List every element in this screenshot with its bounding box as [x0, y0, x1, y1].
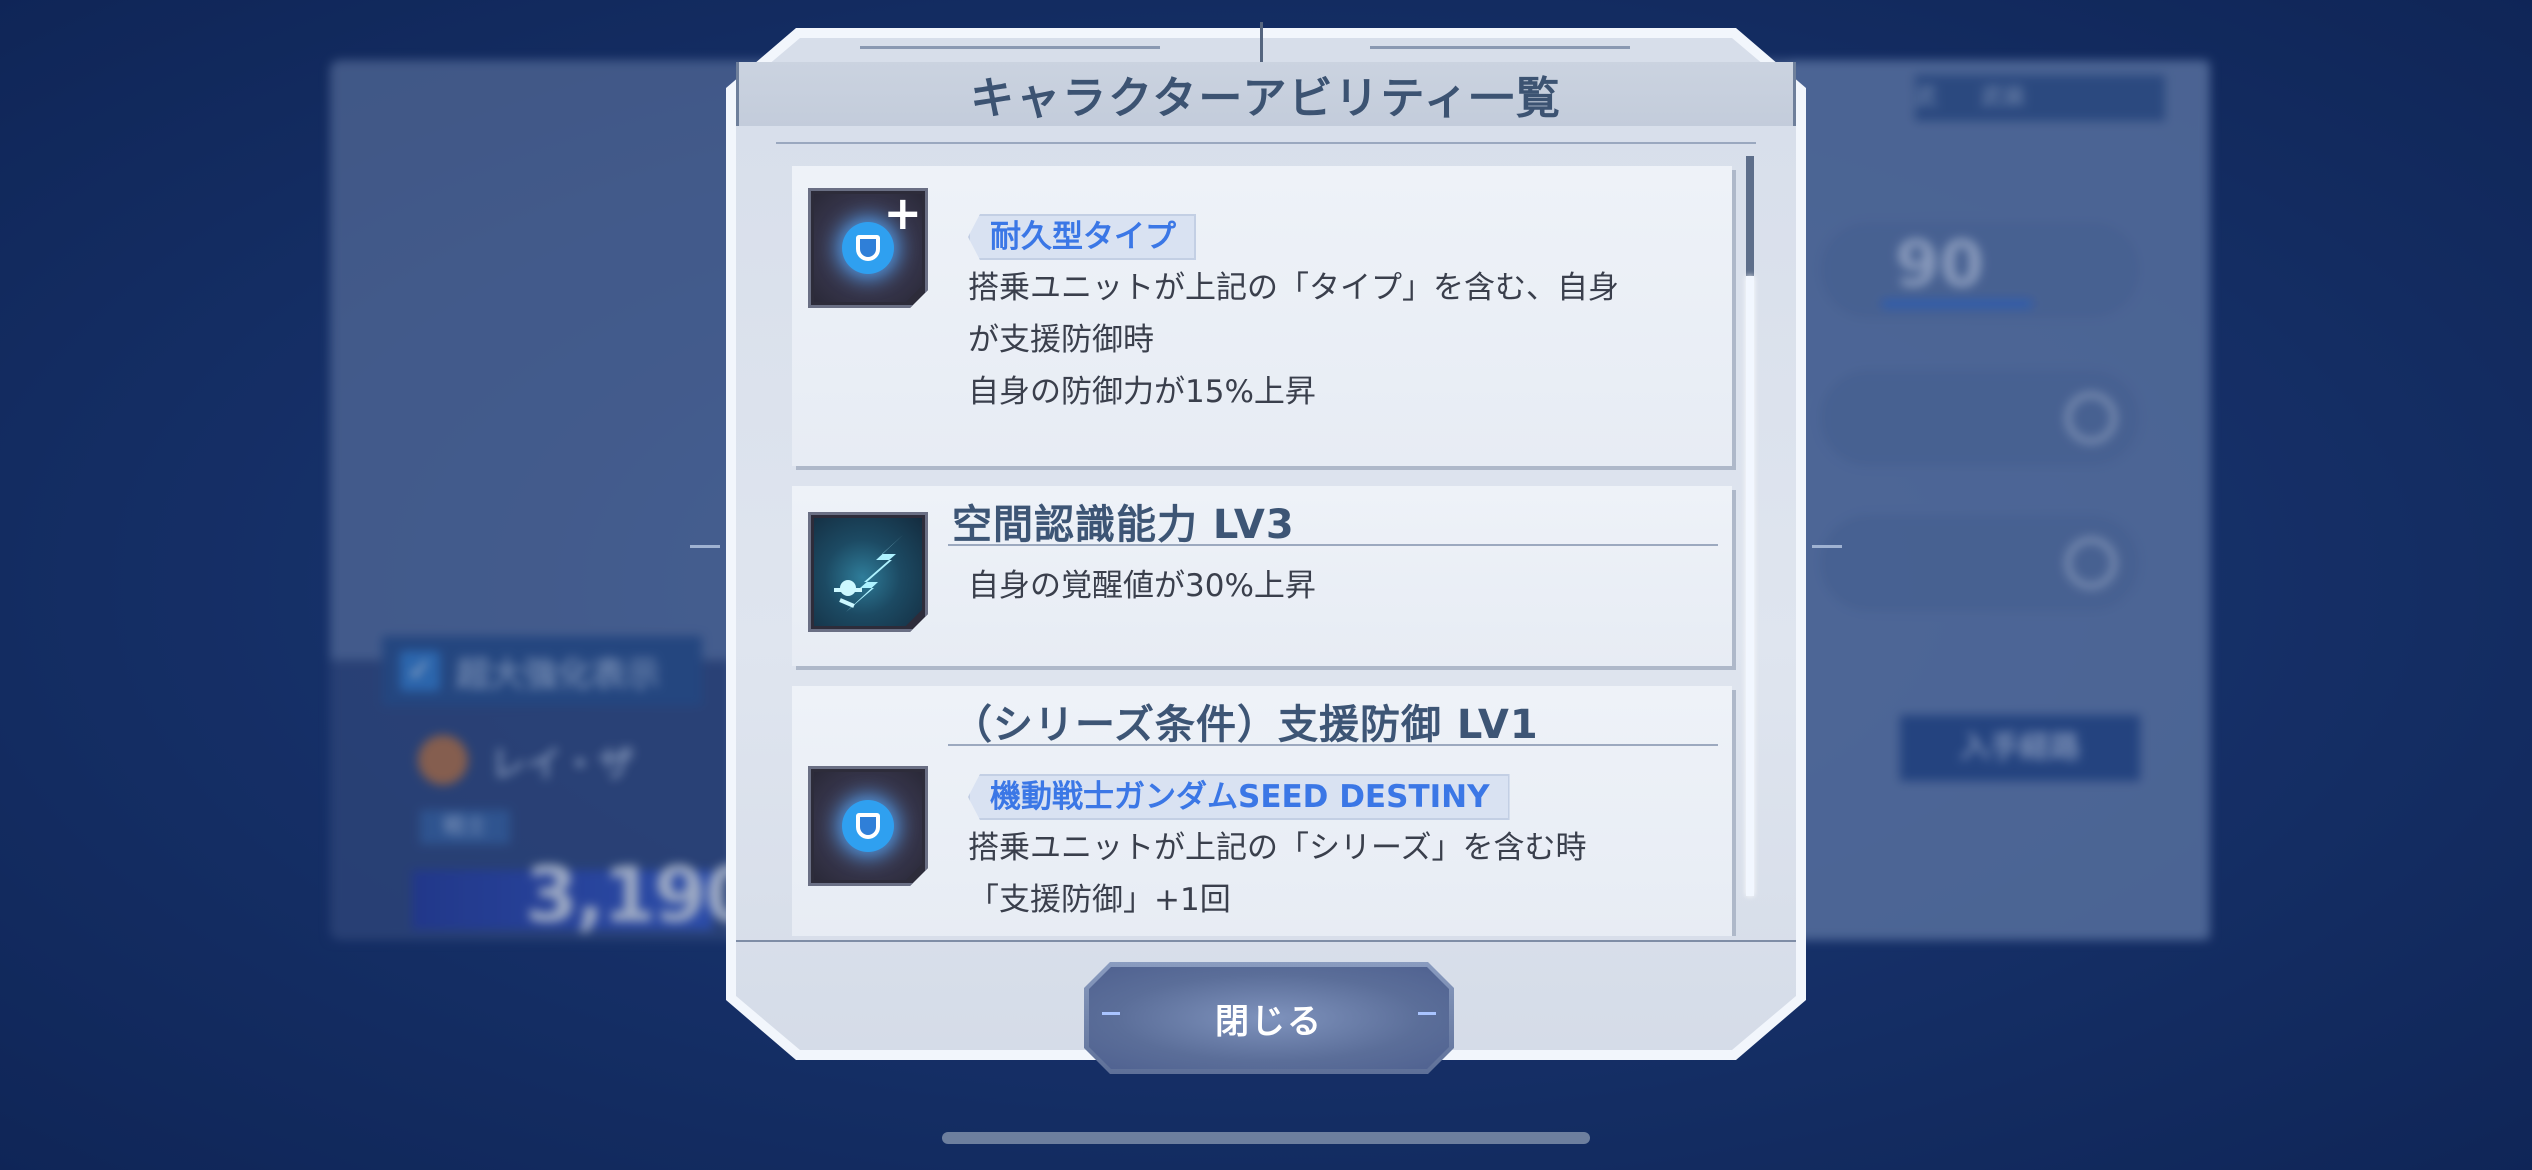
ability-card: （シリーズ条件）支援防御 LV1 機動戦士ガンダムSEED DESTINY 搭乗…: [792, 686, 1732, 936]
ability-card: + 耐久型タイプ 搭乗ユニットが上記の「タイプ」を含む、自身 が支援防御時 自身…: [792, 166, 1732, 466]
scrollbar-thumb[interactable]: [1746, 156, 1754, 276]
ability-list[interactable]: + 耐久型タイプ 搭乗ユニットが上記の「タイプ」を含む、自身 が支援防御時 自身…: [792, 146, 1792, 936]
ability-tag: 機動戦士ガンダムSEED DESTINY: [968, 774, 1510, 820]
ability-description-line: 搭乗ユニットが上記の「タイプ」を含む、自身: [968, 270, 1619, 306]
spatial-awareness-icon: [808, 512, 928, 632]
home-indicator[interactable]: [942, 1132, 1590, 1144]
shield-plus-icon: +: [808, 188, 928, 308]
close-button[interactable]: 閉じる: [1084, 962, 1454, 1074]
dialog-title-bar: キャラクターアビリティ一覧: [736, 62, 1796, 126]
frame-decoration: [1812, 545, 1842, 548]
frame-decoration: [690, 545, 720, 548]
title-tick-mark: [1260, 22, 1263, 66]
scrollbar-highlight: [1746, 276, 1754, 896]
ability-heading: 空間認識能力 LV3: [952, 502, 1295, 548]
ability-description-line: 自身の防御力が15%上昇: [968, 374, 1316, 410]
ability-card: 空間認識能力 LV3 自身の覚醒値が30%上昇: [792, 486, 1732, 666]
ability-description-line: が支援防御時: [968, 322, 1154, 358]
dialog-title: キャラクターアビリティ一覧: [970, 73, 1562, 124]
ability-heading: （シリーズ条件）支援防御 LV1: [952, 702, 1539, 748]
button-decoration: [1418, 1012, 1436, 1015]
ability-description-line: 「支援防御」+1回: [968, 882, 1231, 918]
heading-underline: [948, 544, 1718, 546]
ability-description: 搭乗ユニットが上記の「シリーズ」を含む時 「支援防御」+1回: [968, 822, 1708, 926]
ability-tag: 耐久型タイプ: [968, 214, 1196, 260]
ability-description-line: 搭乗ユニットが上記の「シリーズ」を含む時: [968, 830, 1587, 866]
heading-underline: [948, 744, 1718, 746]
ability-list-dialog: キャラクターアビリティ一覧 + 耐久型タイプ 搭乗ユニットが上記の「タイプ」を含…: [720, 22, 1812, 1066]
ability-description-line: 自身の覚醒値が30%上昇: [968, 568, 1316, 604]
close-button-label: 閉じる: [1215, 1001, 1323, 1042]
title-decoration-line: [860, 46, 1160, 49]
list-divider: [776, 142, 1756, 144]
ability-description: 搭乗ユニットが上記の「タイプ」を含む、自身 が支援防御時 自身の防御力が15%上…: [968, 262, 1708, 418]
shield-icon: [808, 766, 928, 886]
title-decoration-line: [1370, 46, 1630, 49]
list-divider: [736, 940, 1796, 942]
ability-description: 自身の覚醒値が30%上昇: [968, 560, 1708, 612]
button-decoration: [1102, 1012, 1120, 1015]
